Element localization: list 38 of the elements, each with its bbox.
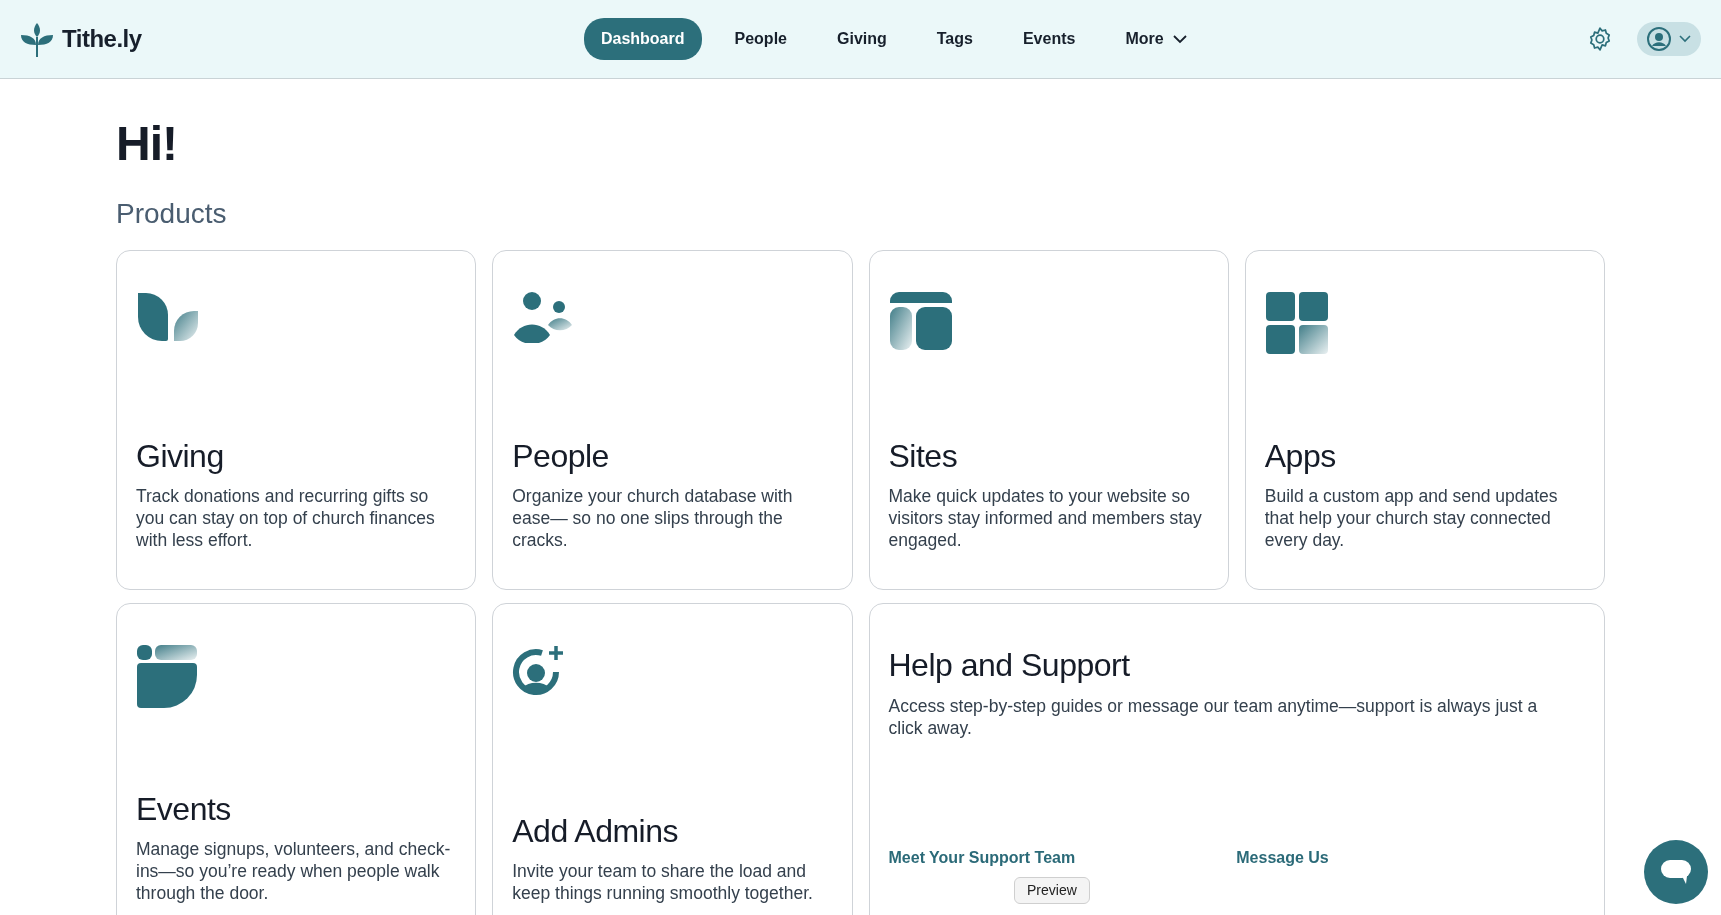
calendar-block-icon bbox=[136, 644, 198, 709]
card-title: Add Admins bbox=[512, 811, 679, 851]
card-title: Sites bbox=[888, 436, 959, 476]
card-description: Access step-by-step guides or message our team anytime—support is always just a click away. bbox=[888, 694, 1539, 739]
brand-name[interactable]: Tithe.ly bbox=[62, 21, 142, 57]
tooltip: Preview bbox=[1014, 877, 1090, 904]
section-heading: Products bbox=[116, 196, 228, 231]
leaf-logo-icon bbox=[20, 21, 54, 57]
card-title: People bbox=[512, 436, 610, 476]
card-description: Build a custom app and send updates that help your church stay connected every day. bbox=[1264, 485, 1559, 552]
card-description: Track donations and recurring gifts so you can stay on top of church finances with less effort. bbox=[136, 485, 436, 552]
support-link[interactable]: Message Us bbox=[1236, 849, 1329, 867]
settings-icon[interactable] bbox=[1587, 26, 1613, 52]
chevron-down-icon bbox=[1171, 34, 1188, 44]
card-title: Events bbox=[136, 789, 232, 829]
app-grid-icon bbox=[1264, 291, 1329, 356]
account-menu-button[interactable] bbox=[1637, 22, 1701, 56]
card-title: Apps bbox=[1264, 436, 1337, 476]
nav-tab[interactable]: People bbox=[717, 18, 804, 60]
nav-tab[interactable]: Events bbox=[1005, 18, 1093, 60]
support-link[interactable]: Meet Your Support Team bbox=[888, 849, 1076, 867]
greeting-heading: Hi! bbox=[116, 116, 178, 172]
chevron-down-icon bbox=[1679, 35, 1691, 43]
website-layout-icon bbox=[888, 291, 953, 352]
card-description: Manage signups, volunteers, and check-ins—so you’re ready when people walk through the door. bbox=[136, 838, 452, 905]
people-icon bbox=[512, 291, 575, 344]
nav-tab[interactable]: More bbox=[1108, 18, 1205, 60]
user-avatar-icon bbox=[1647, 27, 1671, 51]
card-description: Make quick updates to your website so visitors stay informed and members stay engaged. bbox=[888, 485, 1203, 552]
card-title: Help and Support bbox=[888, 646, 1131, 685]
nav-tab[interactable]: Giving bbox=[820, 18, 904, 60]
card-description: Invite your team to share the load and keep things running smoothly together. bbox=[512, 860, 814, 905]
leaf-pair-icon bbox=[136, 291, 200, 344]
card-title: Giving bbox=[136, 436, 225, 476]
chat-bubble-icon bbox=[1660, 858, 1692, 886]
card-description: Organize your church database with ease— so no one slips through the cracks. bbox=[512, 485, 794, 552]
nav-tab[interactable]: Dashboard bbox=[583, 18, 702, 60]
nav-tab[interactable]: Tags bbox=[919, 18, 990, 60]
